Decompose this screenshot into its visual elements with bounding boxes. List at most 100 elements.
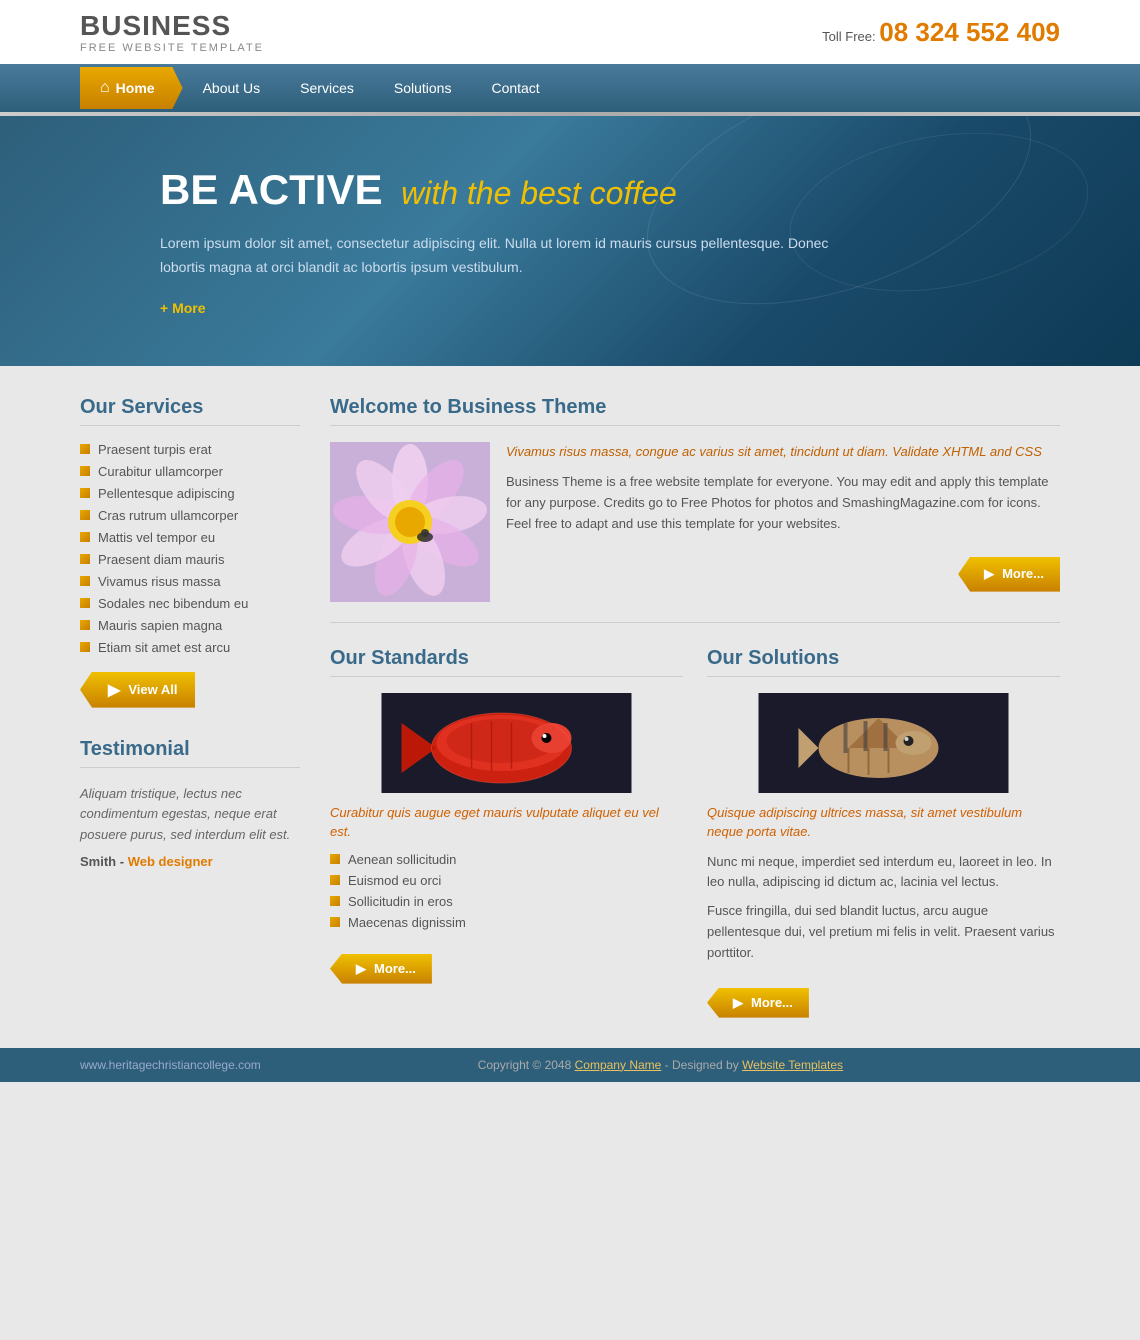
footer-url: www.heritagechristiancollege.com bbox=[80, 1058, 261, 1072]
arrow-icon: ▶ bbox=[108, 680, 120, 700]
service-item[interactable]: Etiam sit amet est arcu bbox=[80, 640, 300, 655]
service-item[interactable]: Mauris sapien magna bbox=[80, 618, 300, 633]
hero-title-gold: with the best coffee bbox=[401, 175, 677, 211]
bullet-icon bbox=[80, 466, 90, 476]
solutions-section: Our Solutions bbox=[707, 647, 1060, 1018]
service-item[interactable]: Sodales nec bibendum eu bbox=[80, 596, 300, 611]
testimonial-section: Testimonial Aliquam tristique, lectus ne… bbox=[80, 738, 300, 869]
phone-area: Toll Free: 08 324 552 409 bbox=[822, 17, 1060, 48]
angel-fish-svg bbox=[707, 693, 1060, 793]
bullet-icon bbox=[80, 510, 90, 520]
testimonial-role-link[interactable]: Web designer bbox=[128, 854, 213, 869]
welcome-more-button[interactable]: ▶ More... bbox=[958, 557, 1060, 592]
solutions-more-label: More... bbox=[751, 995, 793, 1010]
standards-more-wrap: ▶ More... bbox=[330, 944, 683, 984]
bullet-icon bbox=[80, 642, 90, 652]
service-item[interactable]: Mattis vel tempor eu bbox=[80, 530, 300, 545]
welcome-more-wrap: ▶ More... bbox=[506, 547, 1060, 592]
standards-more-button[interactable]: ▶ More... bbox=[330, 954, 432, 984]
bullet-icon bbox=[80, 554, 90, 564]
arrow-icon: ▶ bbox=[984, 564, 994, 585]
hero-title-white: BE ACTIVE bbox=[160, 166, 382, 213]
testimonial-author: Smith - Web designer bbox=[80, 854, 300, 869]
welcome-inner: Vivamus risus massa, congue ac varius si… bbox=[330, 442, 1060, 602]
nav-home[interactable]: ⌂ Home bbox=[80, 67, 183, 109]
solutions-title: Our Solutions bbox=[707, 647, 1060, 677]
main-nav: ⌂ Home About Us Services Solutions Conta… bbox=[0, 64, 1140, 112]
bullet-icon bbox=[80, 488, 90, 498]
nav-about[interactable]: About Us bbox=[183, 64, 281, 112]
standards-list: Aenean sollicitudin Euismod eu orci Sollic… bbox=[330, 852, 683, 930]
nav-solutions[interactable]: Solutions bbox=[374, 64, 472, 112]
red-fish-svg bbox=[330, 693, 683, 793]
bullet-icon bbox=[80, 598, 90, 608]
company-name-link[interactable]: Company Name bbox=[575, 1058, 662, 1072]
standard-item: Aenean sollicitudin bbox=[330, 852, 683, 867]
service-item[interactable]: Praesent diam mauris bbox=[80, 552, 300, 567]
site-header: BUSINESS FREE WEBSITE TEMPLATE Toll Free… bbox=[0, 0, 1140, 64]
bullet-icon bbox=[330, 854, 340, 864]
welcome-image bbox=[330, 442, 490, 602]
solutions-more-wrap: ▶ More... bbox=[707, 978, 1060, 1018]
home-icon: ⌂ bbox=[100, 79, 110, 97]
standards-section: Our Standards bbox=[330, 647, 683, 1018]
welcome-more-label: More... bbox=[1002, 564, 1044, 585]
services-title: Our Services bbox=[80, 396, 300, 426]
bullet-icon bbox=[80, 576, 90, 586]
solutions-image bbox=[707, 693, 1060, 793]
service-item[interactable]: Vivamus risus massa bbox=[80, 574, 300, 589]
bullet-icon bbox=[330, 917, 340, 927]
standard-item: Sollicitudin in eros bbox=[330, 894, 683, 909]
solutions-body1: Nunc mi neque, imperdiet sed interdum eu… bbox=[707, 852, 1060, 894]
bullet-icon bbox=[80, 532, 90, 542]
bullet-icon bbox=[80, 620, 90, 630]
view-all-button[interactable]: ▶ View All bbox=[80, 672, 195, 708]
welcome-body: Business Theme is a free website templat… bbox=[506, 472, 1060, 534]
standards-image bbox=[330, 693, 683, 793]
flower-svg bbox=[330, 442, 490, 602]
service-item[interactable]: Cras rutrum ullamcorper bbox=[80, 508, 300, 523]
phone-label: Toll Free: bbox=[822, 29, 875, 44]
standards-caption: Curabitur quis augue eget mauris vulputa… bbox=[330, 803, 683, 842]
solutions-caption: Quisque adipiscing ultrices massa, sit a… bbox=[707, 803, 1060, 842]
logo-title: BUSINESS bbox=[80, 10, 264, 42]
welcome-section: Welcome to Business Theme bbox=[330, 396, 1060, 623]
service-item[interactable]: Curabitur ullamcorper bbox=[80, 464, 300, 479]
service-item[interactable]: Pellentesque adipiscing bbox=[80, 486, 300, 501]
main-content-area: Welcome to Business Theme bbox=[330, 396, 1060, 1018]
welcome-highlight: Vivamus risus massa, congue ac varius si… bbox=[506, 442, 1060, 463]
standard-item: Maecenas dignissim bbox=[330, 915, 683, 930]
hero-description: Lorem ipsum dolor sit amet, consectetur … bbox=[160, 232, 860, 280]
logo-subtitle: FREE WEBSITE TEMPLATE bbox=[80, 42, 264, 54]
bullet-icon bbox=[330, 875, 340, 885]
main-content: Our Services Praesent turpis erat Curabit… bbox=[0, 366, 1140, 1048]
bullet-icon bbox=[80, 444, 90, 454]
hero-heading: BE ACTIVE with the best coffee bbox=[160, 166, 980, 214]
testimonial-title: Testimonial bbox=[80, 738, 300, 768]
arrow-icon: ▶ bbox=[356, 961, 366, 977]
nav-services[interactable]: Services bbox=[280, 64, 374, 112]
services-list: Praesent turpis erat Curabitur ullamcorpe… bbox=[80, 442, 300, 655]
welcome-text-area: Vivamus risus massa, congue ac varius si… bbox=[506, 442, 1060, 602]
welcome-title: Welcome to Business Theme bbox=[330, 396, 1060, 426]
hero-more-link[interactable]: + More bbox=[160, 300, 980, 316]
logo: BUSINESS FREE WEBSITE TEMPLATE bbox=[80, 10, 264, 54]
site-footer: www.heritagechristiancollege.com Copyrig… bbox=[0, 1048, 1140, 1082]
footer-copy: Copyright © 2048 Company Name - Designed… bbox=[261, 1058, 1060, 1072]
view-all-label: View All bbox=[128, 682, 177, 697]
standard-item: Euismod eu orci bbox=[330, 873, 683, 888]
standards-title: Our Standards bbox=[330, 647, 683, 677]
solutions-body2: Fusce fringilla, dui sed blandit luctus,… bbox=[707, 901, 1060, 963]
standards-more-label: More... bbox=[374, 961, 416, 976]
solutions-more-button[interactable]: ▶ More... bbox=[707, 988, 809, 1018]
bullet-icon bbox=[330, 896, 340, 906]
sidebar: Our Services Praesent turpis erat Curabit… bbox=[80, 396, 300, 1018]
lower-sections: Our Standards bbox=[330, 647, 1060, 1018]
testimonial-text: Aliquam tristique, lectus nec condimentu… bbox=[80, 784, 300, 846]
service-item[interactable]: Praesent turpis erat bbox=[80, 442, 300, 457]
arrow-icon: ▶ bbox=[733, 995, 743, 1011]
nav-contact[interactable]: Contact bbox=[471, 64, 559, 112]
hero-banner: BE ACTIVE with the best coffee Lorem ips… bbox=[0, 116, 1140, 366]
phone-number: 08 324 552 409 bbox=[879, 17, 1060, 47]
website-templates-link[interactable]: Website Templates bbox=[742, 1058, 843, 1072]
